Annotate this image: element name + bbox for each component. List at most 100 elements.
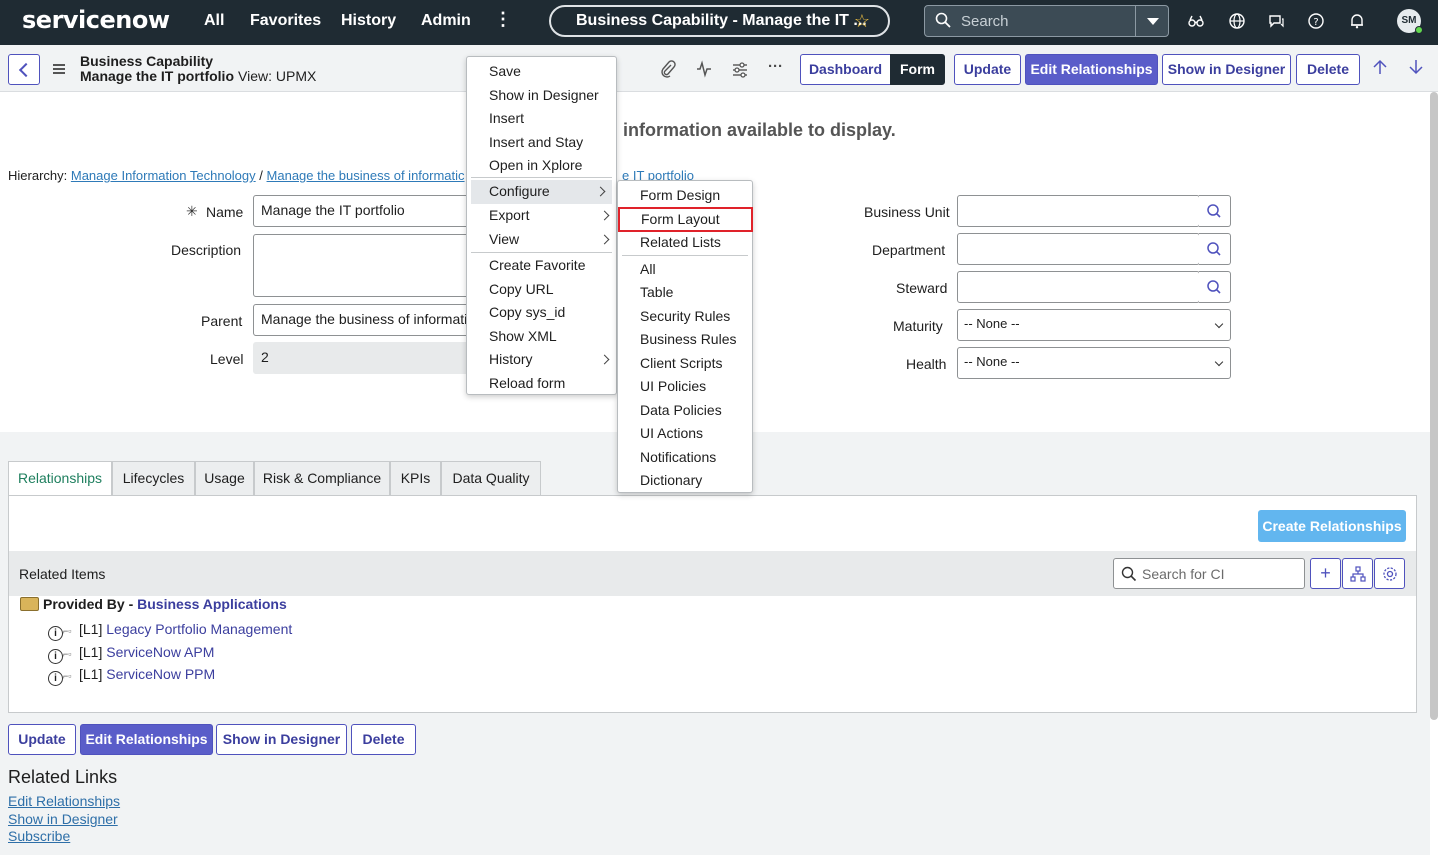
menu-item-show-xml[interactable]: Show XML [489,328,557,344]
submenu-item-ui-policies[interactable]: UI Policies [640,378,706,394]
info-icon[interactable]: i [48,626,63,641]
activity-pulse-icon[interactable] [696,60,712,82]
description-field[interactable] [253,234,473,297]
edit-relationships-button[interactable]: Edit Relationships [1025,54,1158,85]
list-item-link[interactable]: ServiceNow APM [106,644,214,660]
menu-item-open-in-xplore[interactable]: Open in Xplore [489,157,582,173]
list-item-link[interactable]: ServiceNow PPM [106,666,215,682]
settings-gear-icon[interactable] [1374,558,1405,589]
steward-lookup-button[interactable] [1199,271,1231,303]
nav-admin[interactable]: Admin [421,12,471,30]
list-item-link[interactable]: Legacy Portfolio Management [106,621,292,637]
help-icon[interactable]: ? [1307,12,1325,30]
department-field[interactable] [957,233,1200,265]
nav-more-icon[interactable]: ⋮ [494,9,512,30]
submenu-item-table[interactable]: Table [640,284,673,300]
menu-item-copy-sys-id[interactable]: Copy sys_id [489,304,565,320]
related-link-subscribe[interactable]: Subscribe [8,828,70,844]
tab-relationships[interactable]: Relationships [8,461,112,496]
menu-item-create-favorite[interactable]: Create Favorite [489,257,585,273]
user-avatar[interactable]: SM [1397,9,1423,34]
notifications-bell-icon[interactable] [1348,12,1366,30]
business-unit-lookup-button[interactable] [1199,195,1231,227]
form-context-menu-icon[interactable] [53,64,65,74]
tab-usage[interactable]: Usage [195,461,254,495]
related-link-edit-relationships[interactable]: Edit Relationships [8,793,120,809]
health-select[interactable]: -- None -- [957,347,1231,379]
delete-button[interactable]: Delete [1296,54,1360,85]
chat-icon[interactable] [1267,12,1285,30]
submenu-item-all[interactable]: All [640,261,656,277]
submenu-item-business-rules[interactable]: Business Rules [640,331,737,347]
menu-item-configure[interactable]: Configure [471,180,612,204]
show-in-designer-button[interactable]: Show in Designer [1162,54,1291,85]
ci-search-input[interactable]: Search for CI [1113,558,1305,589]
form-view-button[interactable]: Form [890,54,945,85]
bottom-show-in-designer-button[interactable]: Show in Designer [216,724,347,755]
menu-item-history[interactable]: History [489,351,612,367]
info-icon[interactable]: i [48,671,63,686]
globe-icon[interactable] [1228,12,1246,30]
menu-item-view[interactable]: View [489,231,612,247]
submenu-item-dictionary[interactable]: Dictionary [640,472,702,488]
bottom-update-button[interactable]: Update [8,724,76,755]
nav-all[interactable]: All [204,12,224,30]
bottom-edit-relationships-button[interactable]: Edit Relationships [80,724,213,755]
submenu-item-notifications[interactable]: Notifications [640,449,716,465]
create-relationships-button[interactable]: Create Relationships [1258,510,1406,542]
submenu-item-data-policies[interactable]: Data Policies [640,402,722,418]
submenu-item-ui-actions[interactable]: UI Actions [640,425,703,441]
related-link-show-in-designer[interactable]: Show in Designer [8,811,118,827]
hierarchy-link-2[interactable]: Manage the business of informatic [267,168,465,183]
department-lookup-button[interactable] [1199,233,1231,265]
steward-field[interactable] [957,271,1200,303]
menu-item-save[interactable]: Save [489,63,521,79]
back-button[interactable] [8,54,40,85]
search-scope-dropdown[interactable] [1135,6,1168,36]
menu-item-insert-and-stay[interactable]: Insert and Stay [489,134,583,150]
global-search[interactable]: Search [924,5,1169,37]
submenu-item-related-lists[interactable]: Related Lists [640,234,721,250]
submenu-item-security-rules[interactable]: Security Rules [640,308,730,324]
tab-risk-compliance[interactable]: Risk & Compliance [254,461,390,495]
menu-item-reload-form[interactable]: Reload form [489,375,565,391]
more-options-icon[interactable]: ··· [768,58,783,75]
favorite-star-icon[interactable]: ☆ [854,11,870,32]
search-input[interactable]: Search [961,13,1009,30]
personalize-sliders-icon[interactable] [732,60,748,82]
menu-item-insert[interactable]: Insert [489,110,524,126]
context-title-pill[interactable]: Business Capability - Manage the IT ... … [549,5,890,37]
update-button[interactable]: Update [954,54,1021,85]
submenu-item-form-layout[interactable]: Form Layout [618,207,753,232]
previous-record-arrow-up-icon[interactable] [1373,59,1387,79]
servicenow-logo[interactable]: servicenow [22,6,170,34]
menu-item-copy-url[interactable]: Copy URL [489,281,554,297]
attachment-paperclip-icon[interactable] [660,60,676,82]
impersonate-glasses-icon[interactable] [1187,12,1205,30]
nav-favorites[interactable]: Favorites [250,12,321,30]
name-field[interactable]: Manage the IT portfolio [253,195,473,227]
business-unit-field[interactable] [957,195,1200,227]
menu-item-show-in-designer[interactable]: Show in Designer [489,87,599,103]
dependency-map-icon[interactable] [1342,558,1373,589]
parent-field[interactable]: Manage the business of informatic [253,304,473,336]
info-icon[interactable]: i [48,649,63,664]
tab-lifecycles[interactable]: Lifecycles [112,461,195,495]
top-navigation: servicenow All Favorites History Admin ⋮… [0,0,1438,45]
menu-item-export[interactable]: Export [489,207,612,223]
nav-history[interactable]: History [341,12,396,30]
dashboard-button[interactable]: Dashboard [800,54,891,85]
tab-kpis[interactable]: KPIs [390,461,441,495]
menu-divider [471,177,612,178]
chevron-down-icon [1214,319,1224,329]
submenu-item-form-design[interactable]: Form Design [640,187,720,203]
hierarchy-link-1[interactable]: Manage Information Technology [71,168,256,183]
bottom-delete-button[interactable]: Delete [351,724,416,755]
business-applications-link[interactable]: Business Applications [137,596,287,612]
submenu-item-client-scripts[interactable]: Client Scripts [640,355,722,371]
tab-data-quality[interactable]: Data Quality [441,461,541,495]
next-record-arrow-down-icon[interactable] [1409,59,1423,79]
page-scrollbar[interactable] [1430,92,1438,720]
maturity-select[interactable]: -- None -- [957,309,1231,341]
add-relationship-plus-icon[interactable]: + [1310,558,1341,589]
